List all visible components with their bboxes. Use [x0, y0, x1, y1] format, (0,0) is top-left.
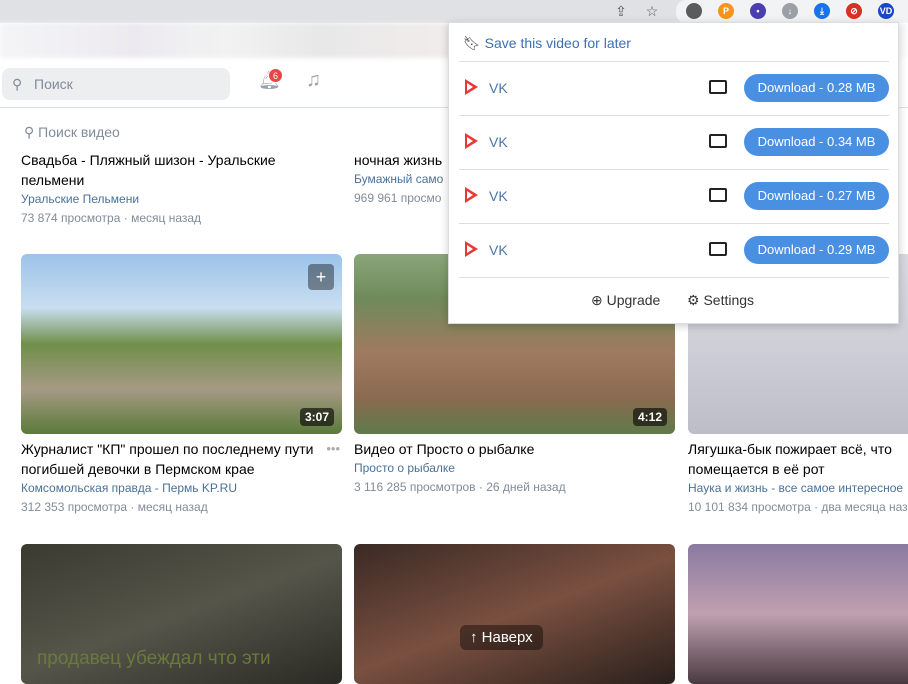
- channel-link[interactable]: Наука и жизнь - все самое интересное: [688, 479, 908, 498]
- source-label: VK: [489, 188, 508, 204]
- ext-download-circle-icon[interactable]: ↓: [782, 3, 798, 19]
- play-icon: [465, 133, 478, 149]
- settings-label: Settings: [703, 292, 755, 308]
- add-icon[interactable]: +: [308, 264, 334, 290]
- scroll-top-label: Наверх: [481, 629, 533, 646]
- more-icon[interactable]: •••: [326, 441, 340, 456]
- source-label: VK: [489, 80, 508, 96]
- cast-icon[interactable]: [709, 134, 727, 148]
- download-row: VK Download - 0.29 MB: [459, 223, 889, 277]
- video-search-input[interactable]: ⚲ Поиск видео: [24, 124, 120, 141]
- gear-icon: ⚙: [687, 292, 700, 308]
- video-title[interactable]: Лягушка-бык пожирает всё, что помещается…: [688, 439, 908, 479]
- settings-button[interactable]: ⚙ Settings: [687, 292, 754, 309]
- upgrade-button[interactable]: ⊕ Upgrade: [591, 292, 660, 309]
- share-icon[interactable]: ⇪: [612, 2, 630, 20]
- ext-block-icon[interactable]: ⊘: [846, 3, 862, 19]
- extensions-bar: P • ↓ ⤓ ⊘ VD: [676, 0, 908, 23]
- video-card[interactable]: Свадьба - Пляжный шизон - Уральские пель…: [21, 150, 342, 230]
- star-icon[interactable]: ☆: [643, 2, 661, 20]
- channel-link[interactable]: Уральские Пельмени: [21, 190, 342, 209]
- upgrade-icon: ⊕: [591, 292, 603, 308]
- download-button[interactable]: Download - 0.34 MB: [744, 128, 889, 156]
- cast-icon[interactable]: [709, 80, 727, 94]
- age: месяц назад: [137, 500, 208, 514]
- source-label: VK: [489, 242, 508, 258]
- video-title[interactable]: Видео от Просто о рыбалке: [354, 439, 675, 459]
- channel-link[interactable]: Просто о рыбалке: [354, 459, 675, 478]
- views: 312 353 просмотра: [21, 500, 128, 514]
- video-card[interactable]: Лягушка-бык пожирает всё, что помещается…: [688, 439, 908, 517]
- arrow-up-icon: ↑: [470, 629, 482, 646]
- video-thumbnail[interactable]: продавец убеждал что эти: [21, 544, 342, 684]
- video-title[interactable]: Журналист "КП" прошел по последнему пути…: [21, 439, 321, 479]
- play-icon: [465, 241, 478, 257]
- search-icon: ⚲: [12, 76, 23, 92]
- duration: 3:07: [299, 408, 334, 426]
- views: 73 874 просмотра: [21, 211, 121, 225]
- source-label: VK: [489, 134, 508, 150]
- popup-footer: ⊕ Upgrade ⚙ Settings: [459, 277, 889, 323]
- browser-toolbar: ⇪ ☆ P • ↓ ⤓ ⊘ VD: [0, 0, 908, 23]
- video-card[interactable]: ночная жизнь Бумажный само 969 961 просм…: [354, 150, 448, 208]
- age: два месяца назад: [821, 500, 908, 514]
- cast-icon[interactable]: [709, 188, 727, 202]
- ext-face-icon[interactable]: •: [750, 3, 766, 19]
- save-later-link[interactable]: 🔖︎ Save this video for later: [463, 35, 631, 52]
- notification-badge: 6: [268, 68, 283, 83]
- download-row: VK Download - 0.27 MB: [459, 169, 889, 223]
- video-search-placeholder: Поиск видео: [38, 124, 120, 140]
- video-thumbnail[interactable]: + 3:07: [21, 254, 342, 434]
- upgrade-label: Upgrade: [606, 292, 661, 308]
- music-icon[interactable]: ♫: [306, 69, 321, 92]
- search-input[interactable]: ⚲ Поиск: [2, 68, 230, 100]
- download-button[interactable]: Download - 0.27 MB: [744, 182, 889, 210]
- ext-download-icon[interactable]: ⤓: [814, 3, 830, 19]
- video-card[interactable]: Журналист "КП" прошел по последнему пути…: [21, 439, 342, 517]
- search-icon: ⚲: [24, 124, 39, 140]
- video-meta: 73 874 просмотра · месяц назад: [21, 211, 202, 225]
- search-placeholder: Поиск: [34, 76, 73, 92]
- video-title[interactable]: Свадьба - Пляжный шизон - Уральские пель…: [21, 150, 342, 190]
- play-icon: [465, 187, 478, 203]
- download-popup: 🔖︎ Save this video for later VK Download …: [448, 22, 899, 324]
- download-row: VK Download - 0.28 MB: [459, 61, 889, 115]
- download-button[interactable]: Download - 0.28 MB: [744, 74, 889, 102]
- download-button[interactable]: Download - 0.29 MB: [744, 236, 889, 264]
- video-thumbnail[interactable]: [354, 544, 675, 684]
- video-thumbnail[interactable]: [688, 544, 908, 684]
- ext-vd-icon[interactable]: VD: [878, 3, 894, 19]
- play-icon: [465, 79, 478, 95]
- channel-link[interactable]: Бумажный само: [354, 170, 448, 189]
- cast-icon[interactable]: [709, 242, 727, 256]
- age: месяц назад: [131, 211, 202, 225]
- channel-link[interactable]: Комсомольская правда - Пермь KP.RU: [21, 479, 342, 498]
- age: 26 дней назад: [486, 480, 566, 494]
- scroll-top-button[interactable]: ↑ Наверх: [460, 625, 543, 650]
- save-later-label: Save this video for later: [484, 35, 631, 51]
- video-card[interactable]: Видео от Просто о рыбалке Просто о рыбал…: [354, 439, 675, 497]
- duration: 4:12: [632, 408, 667, 426]
- views: 10 101 834 просмотра: [688, 500, 811, 514]
- ext-colorful-icon[interactable]: [686, 3, 702, 19]
- video-title[interactable]: ночная жизнь: [354, 150, 448, 170]
- bookmark-icon: 🔖︎: [463, 35, 485, 51]
- ext-p-icon[interactable]: P: [718, 3, 734, 19]
- download-row: VK Download - 0.34 MB: [459, 115, 889, 169]
- views: 969 961 просмо: [354, 191, 442, 205]
- views: 3 116 285 просмотров: [354, 480, 476, 494]
- subtitle-overlay: продавец убеждал что эти: [37, 648, 271, 669]
